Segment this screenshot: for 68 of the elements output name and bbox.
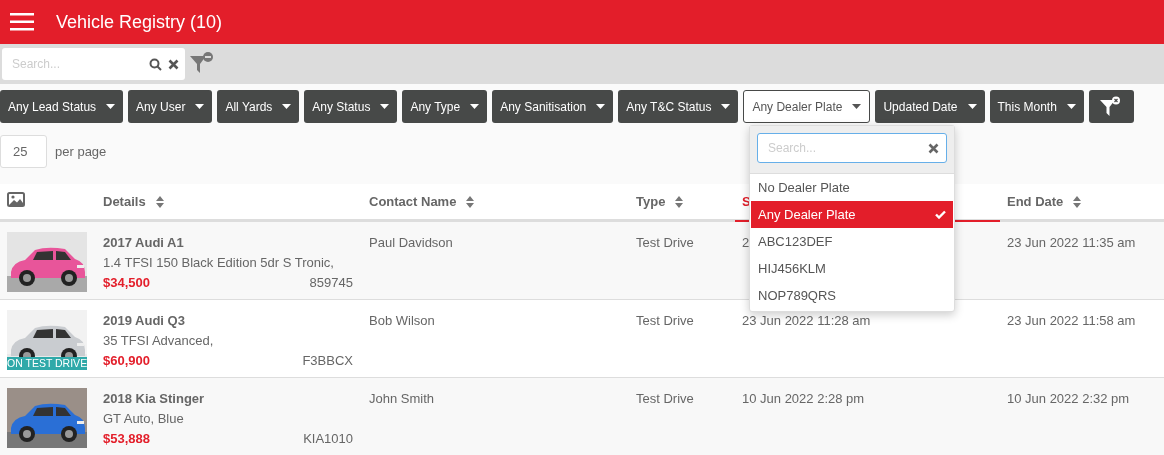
- vehicle-title: 2017 Audi A1: [103, 235, 184, 250]
- stock-number: KIA1010: [303, 431, 353, 446]
- filter-dropdown[interactable]: Any Sanitisation: [492, 90, 614, 123]
- dropdown-option[interactable]: ABC123DEF: [751, 228, 953, 255]
- app-title: Vehicle Registry (10): [56, 10, 223, 34]
- caret-icon: [721, 104, 731, 109]
- filter-dropdown[interactable]: Any Dealer Plate: [743, 90, 871, 123]
- caret-icon: [470, 104, 480, 109]
- filter-dropdown[interactable]: Updated Date: [875, 90, 985, 123]
- caret-icon: [282, 104, 292, 109]
- filter-button[interactable]: [1088, 90, 1134, 123]
- vehicle-price: $60,900: [103, 353, 150, 368]
- end-date: 10 Jun 2022 2:32 pm: [1007, 391, 1130, 406]
- caret-icon: [967, 104, 977, 109]
- vehicle-description: 1.4 TFSI 150 Black Edition 5dr S Tronic,: [103, 255, 334, 270]
- vehicle-price: $53,888: [103, 431, 150, 446]
- image-icon: [7, 192, 25, 207]
- dropdown-option[interactable]: No Dealer Plate: [751, 174, 953, 201]
- filter-dropdown[interactable]: All Yards: [217, 90, 300, 123]
- contact-name: Bob Wilson: [369, 313, 435, 328]
- vehicle-description: GT Auto, Blue: [103, 411, 184, 426]
- search-icon[interactable]: [149, 58, 162, 71]
- stock-number: F3BBCX: [302, 353, 353, 368]
- column-header[interactable]: Contact Name: [369, 191, 457, 212]
- filter-dropdown[interactable]: Any Lead Status: [0, 90, 124, 123]
- filter-dropdown[interactable]: Any Status: [304, 90, 398, 123]
- sort-icon[interactable]: [675, 195, 684, 208]
- dropdown-option[interactable]: NOP789QRS: [751, 282, 953, 309]
- stock-number: 859745: [309, 275, 353, 290]
- filter-dropdown[interactable]: Any User: [128, 90, 213, 123]
- caret-icon: [852, 104, 862, 109]
- filter-dropdown[interactable]: Any Type: [402, 90, 488, 123]
- contact-name: John Smith: [369, 391, 435, 406]
- sort-icon[interactable]: [155, 195, 164, 208]
- caret-icon: [106, 104, 116, 109]
- start-date: 2: [742, 235, 750, 250]
- caret-icon: [380, 104, 390, 109]
- start-date: 10 Jun 2022 2:28 pm: [742, 391, 865, 406]
- booking-type: Test Drive: [636, 313, 694, 328]
- per-page-field[interactable]: 25: [0, 135, 47, 168]
- filter-dropdown[interactable]: This Month: [989, 90, 1084, 123]
- vehicle-price: $34,500: [103, 275, 150, 290]
- menu-icon[interactable]: [10, 13, 34, 31]
- vehicle-title: 2019 Audi Q3: [103, 313, 185, 328]
- clear-icon[interactable]: [928, 143, 939, 154]
- sort-icon[interactable]: [466, 195, 475, 208]
- column-header[interactable]: End Date: [1007, 191, 1064, 212]
- end-date: 23 Jun 2022 11:58 am: [1007, 313, 1136, 328]
- dropdown-option[interactable]: HIJ456KLM: [751, 255, 953, 282]
- column-header[interactable]: Details: [103, 191, 146, 212]
- booking-type: Test Drive: [636, 391, 694, 406]
- per-page-label: per page: [55, 142, 107, 161]
- caret-icon: [195, 104, 205, 109]
- close-icon[interactable]: [168, 59, 179, 70]
- check-icon: [935, 210, 946, 219]
- filter-dropdown[interactable]: Any T&C Status: [618, 90, 739, 123]
- caret-icon: [1066, 104, 1076, 109]
- vehicle-title: 2018 Kia Stinger: [103, 391, 205, 406]
- dropdown-option[interactable]: Any Dealer Plate: [751, 201, 953, 228]
- contact-name: Paul Davidson: [369, 235, 453, 250]
- caret-icon: [596, 104, 606, 109]
- booking-type: Test Drive: [636, 235, 694, 250]
- vehicle-description: 35 TFSI Advanced,: [103, 333, 214, 348]
- status-badge: ON TEST DRIVE: [7, 357, 87, 370]
- sort-icon[interactable]: [1073, 195, 1082, 208]
- column-header[interactable]: Type: [636, 191, 666, 212]
- start-date: 23 Jun 2022 11:28 am: [742, 313, 871, 328]
- end-date: 23 Jun 2022 11:35 am: [1007, 235, 1136, 250]
